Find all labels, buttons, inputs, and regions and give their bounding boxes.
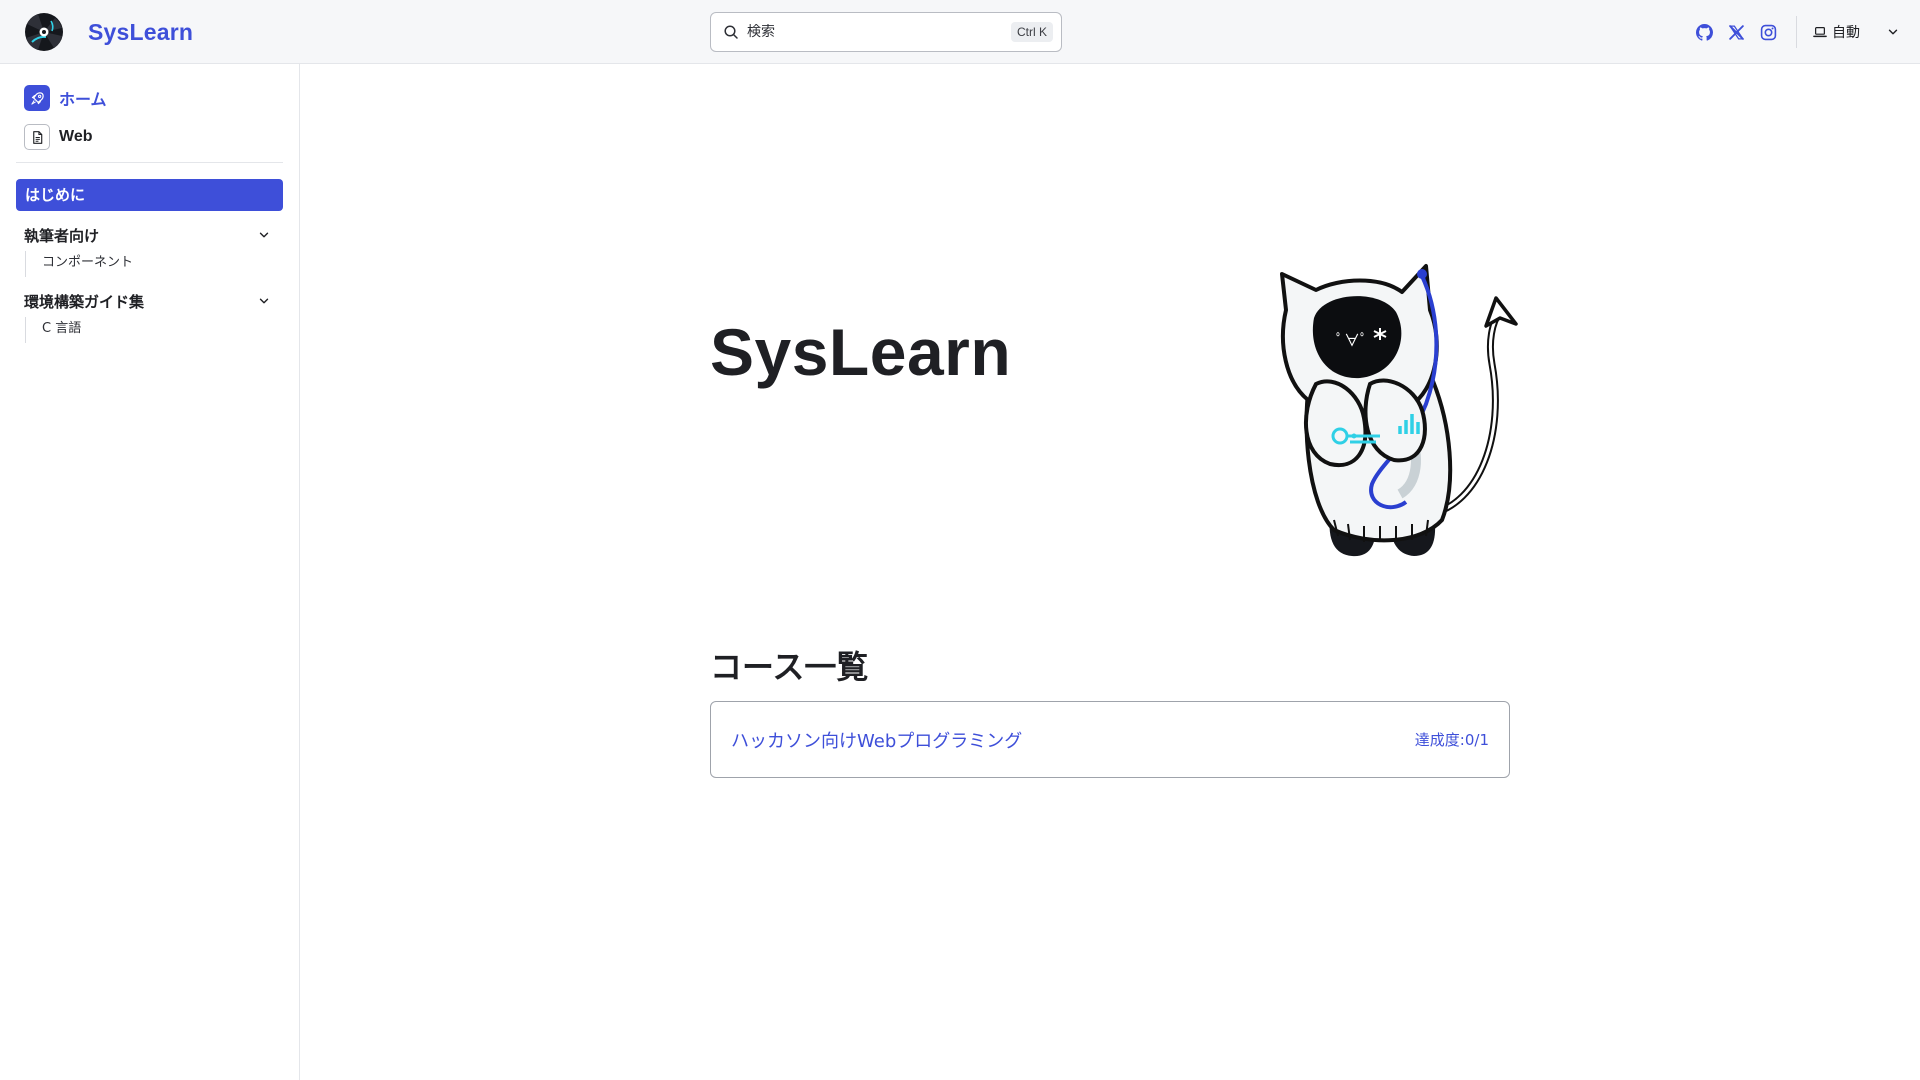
chevron-down-icon [1888,29,1898,35]
svg-text:ﾟ∀ﾟ: ﾟ∀ﾟ [1336,331,1368,350]
top-header: SysLearn Ctrl K [0,0,1920,64]
syslearn-logo-icon [25,13,63,51]
sidebar-group-env-guides: 環境構築ガイド集 C 言語 [16,285,283,343]
sidebar-item-introduction[interactable]: はじめに [16,179,283,211]
chevron-down-icon [259,232,269,238]
sidebar-link-home[interactable]: ホーム [24,84,283,112]
course-progress: 達成度:0/1 [1414,731,1489,749]
rocket-icon-badge [24,85,50,111]
search-box[interactable]: Ctrl K [710,12,1062,52]
rocket-icon [30,91,44,105]
sidebar-item-components[interactable]: コンポーネント [42,251,283,277]
chevron-down-icon [259,298,269,304]
instagram-icon [1760,24,1776,40]
theme-select-value: 自動 [1832,25,1860,41]
sidebar-group-title: 執筆者向け [24,226,100,245]
x-icon [1728,24,1744,40]
search-shortcut-badge: Ctrl K [1011,22,1053,42]
sidebar-link-web[interactable]: Web [24,123,283,151]
search-icon [724,25,738,39]
search-input[interactable] [747,24,1011,40]
document-icon [32,130,42,144]
sidebar-group-env-guides-toggle[interactable]: 環境構築ガイド集 [16,285,283,317]
course-title: ハッカソン向けWebプログラミング [731,730,1023,752]
github-icon [1695,23,1713,41]
sidebar-link-home-label: ホーム [59,90,107,109]
sidebar-group-authors-toggle[interactable]: 執筆者向け [16,219,283,251]
x-link[interactable] [1720,16,1752,48]
laptop-icon [1813,27,1827,38]
sidebar-group-children: コンポーネント [25,251,283,277]
header-actions: 自動 [1688,0,1900,64]
hero-title: SysLearn [710,315,1012,389]
mascot-illustration: ﾟ∀ﾟ [1280,264,1518,557]
sidebar-link-web-label: Web [59,128,93,145]
theme-select[interactable]: 自動 [1813,16,1900,48]
sidebar-group-title: 環境構築ガイド集 [24,292,145,311]
course-card[interactable]: ハッカソン向けWebプログラミング 達成度:0/1 [710,701,1510,778]
sidebar: ホーム Web はじめに 執筆者向け コンポーネント 環境構築ガイド集 C 言語 [0,64,300,1080]
course-list-heading: コース一覧 [710,648,869,686]
header-divider [1796,16,1797,48]
sidebar-tree: はじめに 執筆者向け コンポーネント 環境構築ガイド集 C 言語 [0,163,299,343]
instagram-link[interactable] [1752,16,1784,48]
site-name: SysLearn [88,18,194,45]
sidebar-group-authors: 執筆者向け コンポーネント [16,219,283,277]
site-brand-link[interactable]: SysLearn [24,12,193,52]
main-content: SysLearn ﾟ∀ﾟ コース一覧 ハッカソン向けWebプログラミング 達成度… [300,64,1920,1080]
sidebar-item-c-language[interactable]: C 言語 [42,317,283,343]
sidebar-group-children: C 言語 [25,317,283,343]
github-link[interactable] [1688,16,1720,48]
sidebar-top-links: ホーム Web [0,64,299,151]
document-icon-badge [24,124,50,150]
